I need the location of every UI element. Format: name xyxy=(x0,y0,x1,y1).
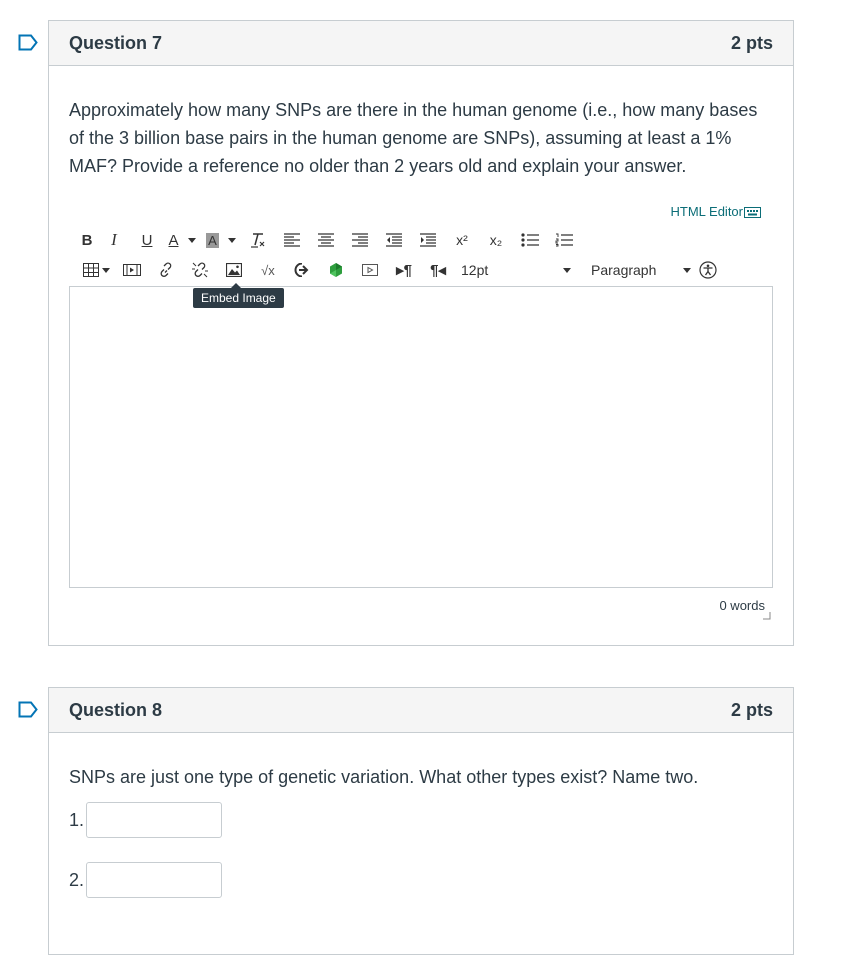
block-format-value: Paragraph xyxy=(591,262,657,278)
unlink-button[interactable] xyxy=(183,258,217,282)
numbered-list-icon xyxy=(555,233,573,247)
align-right-button[interactable] xyxy=(343,228,377,252)
equation-button[interactable]: √x xyxy=(251,258,285,282)
bold-button[interactable]: B xyxy=(77,228,97,252)
superscript-icon: x² xyxy=(456,232,468,248)
link-icon xyxy=(160,262,172,277)
unlink-icon xyxy=(192,262,208,278)
italic-button[interactable]: I xyxy=(97,228,131,252)
rtl-button[interactable]: ¶◂ xyxy=(421,258,455,282)
accessibility-checker-button[interactable] xyxy=(697,258,719,282)
outdent-button[interactable] xyxy=(377,228,411,252)
question-text: Approximately how many SNPs are there in… xyxy=(69,100,758,176)
align-left-button[interactable] xyxy=(275,228,309,252)
question-8-card: Question 8 2 pts SNPs are just one type … xyxy=(48,687,794,955)
media-icon xyxy=(123,264,141,276)
answer-label: 2. xyxy=(69,869,85,890)
video-icon xyxy=(362,264,378,276)
chevron-down-icon xyxy=(187,237,196,243)
underline-icon: U xyxy=(141,231,153,249)
video-button[interactable] xyxy=(353,258,387,282)
question-title: Question 8 xyxy=(69,699,163,720)
flag-question-icon[interactable] xyxy=(18,701,38,718)
background-color-button[interactable]: A xyxy=(201,228,241,252)
link-button[interactable] xyxy=(149,258,183,282)
text-color-button[interactable]: A xyxy=(163,228,201,252)
arrow-right-icon xyxy=(294,263,309,277)
editor-toolbar-row-2: √x ▸¶ ¶◂ 12pt Paragraph xyxy=(77,258,719,282)
align-left-icon xyxy=(284,233,300,247)
chevron-down-icon xyxy=(101,267,110,273)
question-title: Question 7 xyxy=(69,32,163,53)
chevron-down-icon xyxy=(683,267,691,273)
question-points: 2 pts xyxy=(730,32,773,53)
html-editor-link[interactable]: HTML Editor xyxy=(671,204,761,219)
answer-input-1[interactable] xyxy=(86,802,223,838)
question-7-card: Question 7 2 pts Approximately how many … xyxy=(48,20,794,646)
bold-icon: B xyxy=(81,231,93,249)
image-icon xyxy=(226,263,242,277)
rtl-paragraph-icon: ¶◂ xyxy=(430,262,446,279)
block-format-select[interactable]: Paragraph xyxy=(577,258,697,282)
media-button[interactable] xyxy=(115,258,149,282)
square-root-icon: √x xyxy=(261,262,275,278)
font-size-value: 12pt xyxy=(461,262,489,278)
clear-formatting-button[interactable] xyxy=(241,228,275,252)
ltr-button[interactable]: ▸¶ xyxy=(387,258,421,282)
superscript-button[interactable]: x² xyxy=(445,228,479,252)
rich-text-editor-area[interactable] xyxy=(69,286,773,588)
table-button[interactable] xyxy=(77,258,115,282)
font-size-select[interactable]: 12pt xyxy=(455,258,577,282)
align-right-icon xyxy=(352,233,368,247)
clear-formatting-icon xyxy=(251,233,265,248)
text-color-icon: A xyxy=(168,231,179,249)
accessibility-icon xyxy=(699,261,717,279)
word-count: 0 words xyxy=(719,598,765,613)
flag-question-icon[interactable] xyxy=(18,34,38,51)
editor-toolbar-row-1: B I U A A x² x₂ xyxy=(77,228,581,252)
indent-button[interactable] xyxy=(411,228,445,252)
embed-image-tooltip: Embed Image xyxy=(193,283,284,308)
question-7-header: Question 7 2 pts xyxy=(49,21,793,66)
green-app-icon xyxy=(330,263,342,277)
resize-handle-icon[interactable] xyxy=(762,611,771,620)
numbered-list-button[interactable] xyxy=(547,228,581,252)
table-icon xyxy=(82,263,99,277)
answer-input-2[interactable] xyxy=(86,862,223,898)
chevron-down-icon xyxy=(563,267,571,273)
chevron-down-icon xyxy=(227,237,236,243)
apps-button[interactable] xyxy=(319,258,353,282)
html-editor-label: HTML Editor xyxy=(670,204,743,219)
background-color-icon: A xyxy=(206,232,219,248)
answer-row-2: 2. xyxy=(69,862,223,898)
question-points: 2 pts xyxy=(730,699,773,720)
lti-tool-button[interactable] xyxy=(285,258,319,282)
question-text: SNPs are just one type of genetic variat… xyxy=(69,767,699,787)
ltr-paragraph-icon: ▸¶ xyxy=(396,262,412,279)
question-8-header: Question 8 2 pts xyxy=(49,688,793,733)
bullet-list-icon xyxy=(521,233,539,247)
indent-icon xyxy=(420,233,436,247)
underline-button[interactable]: U xyxy=(131,228,163,252)
embed-image-button[interactable] xyxy=(217,258,251,282)
subscript-icon: x₂ xyxy=(489,232,503,248)
answer-row-1: 1. xyxy=(69,802,223,838)
answer-label: 1. xyxy=(69,809,85,830)
align-center-button[interactable] xyxy=(309,228,343,252)
italic-icon: I xyxy=(111,230,117,249)
subscript-button[interactable]: x₂ xyxy=(479,228,513,252)
keyboard-icon xyxy=(744,206,761,218)
align-center-icon xyxy=(318,233,334,247)
bullet-list-button[interactable] xyxy=(513,228,547,252)
outdent-icon xyxy=(386,233,402,247)
